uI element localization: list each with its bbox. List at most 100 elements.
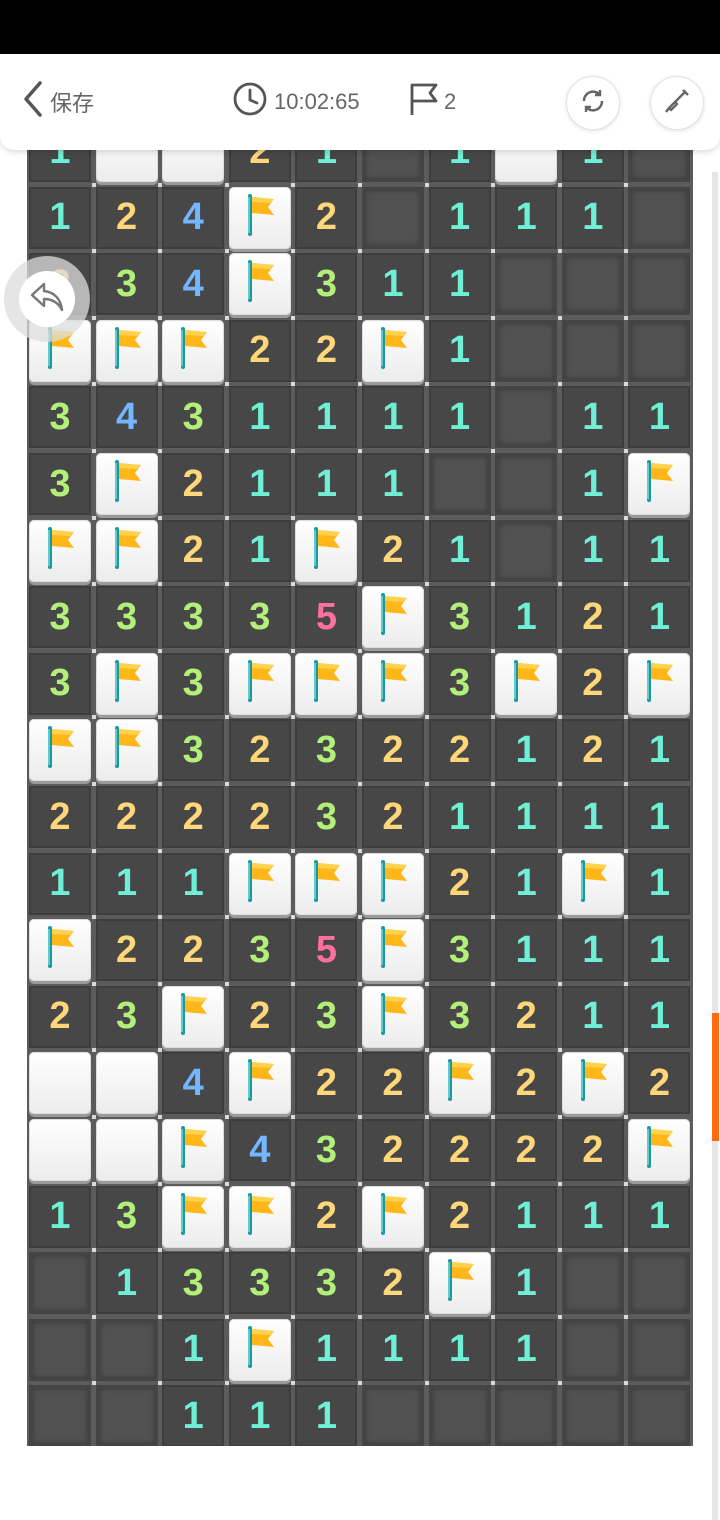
unrevealed-cell[interactable] <box>29 1119 91 1181</box>
scrollbar-track[interactable] <box>712 172 718 1520</box>
number-cell[interactable]: 3 <box>295 1119 358 1181</box>
number-cell[interactable]: 1 <box>428 1318 491 1381</box>
number-cell[interactable]: 1 <box>628 919 691 982</box>
number-cell[interactable]: 2 <box>428 719 491 782</box>
number-cell[interactable]: 1 <box>428 786 491 848</box>
flagged-cell[interactable] <box>628 453 691 515</box>
number-cell[interactable]: 2 <box>362 719 424 782</box>
number-cell[interactable]: 2 <box>162 786 225 848</box>
number-cell[interactable]: 2 <box>95 919 158 982</box>
empty-cell[interactable] <box>495 519 558 582</box>
number-cell[interactable]: 2 <box>228 719 291 782</box>
flagged-cell[interactable] <box>362 586 424 649</box>
empty-cell[interactable] <box>628 1252 691 1315</box>
number-cell[interactable]: 2 <box>495 1119 558 1181</box>
number-cell[interactable]: 1 <box>561 1185 624 1248</box>
flagged-cell[interactable] <box>428 1252 491 1315</box>
number-cell[interactable]: 1 <box>561 786 624 848</box>
number-cell[interactable]: 2 <box>362 1119 424 1181</box>
flagged-cell[interactable] <box>95 652 158 715</box>
empty-cell[interactable] <box>95 1318 158 1381</box>
number-cell[interactable]: 2 <box>362 519 424 582</box>
number-cell[interactable]: 4 <box>162 1052 225 1115</box>
flagged-cell[interactable] <box>228 852 291 915</box>
number-cell[interactable]: 2 <box>162 519 225 582</box>
number-cell[interactable]: 3 <box>228 1252 291 1315</box>
flagged-cell[interactable] <box>29 919 91 982</box>
number-cell[interactable]: 3 <box>162 586 225 649</box>
flagged-cell[interactable] <box>362 319 424 382</box>
flagged-cell[interactable] <box>29 519 91 582</box>
number-cell[interactable]: 3 <box>95 985 158 1048</box>
number-cell[interactable]: 1 <box>628 519 691 582</box>
empty-cell[interactable] <box>29 1318 91 1381</box>
number-cell[interactable]: 2 <box>295 186 358 249</box>
flagged-cell[interactable] <box>95 719 158 782</box>
empty-cell[interactable] <box>495 1385 558 1446</box>
number-cell[interactable]: 1 <box>228 386 291 449</box>
number-cell[interactable]: 1 <box>628 852 691 915</box>
number-cell[interactable]: 1 <box>362 453 424 515</box>
number-cell[interactable]: 2 <box>561 586 624 649</box>
number-cell[interactable]: 3 <box>428 919 491 982</box>
number-cell[interactable]: 1 <box>228 519 291 582</box>
refresh-button[interactable] <box>566 76 620 130</box>
number-cell[interactable]: 1 <box>495 1185 558 1248</box>
number-cell[interactable]: 1 <box>162 1385 225 1446</box>
number-cell[interactable]: 2 <box>95 786 158 848</box>
number-cell[interactable]: 2 <box>495 1052 558 1115</box>
number-cell[interactable]: 1 <box>162 1318 225 1381</box>
number-cell[interactable]: 1 <box>561 453 624 515</box>
number-cell[interactable]: 1 <box>628 786 691 848</box>
flagged-cell[interactable] <box>95 453 158 515</box>
number-cell[interactable]: 1 <box>495 919 558 982</box>
flagged-cell[interactable] <box>162 985 225 1048</box>
number-cell[interactable]: 2 <box>628 1052 691 1115</box>
number-cell[interactable]: 2 <box>295 1185 358 1248</box>
number-cell[interactable]: 2 <box>29 985 91 1048</box>
number-cell[interactable]: 2 <box>362 1252 424 1315</box>
number-cell[interactable]: 1 <box>495 1252 558 1315</box>
number-cell[interactable]: 2 <box>561 652 624 715</box>
number-cell[interactable]: 1 <box>561 519 624 582</box>
flagged-cell[interactable] <box>29 719 91 782</box>
number-cell[interactable]: 2 <box>162 453 225 515</box>
flagged-cell[interactable] <box>362 652 424 715</box>
number-cell[interactable]: 1 <box>162 852 225 915</box>
number-cell[interactable]: 4 <box>228 1119 291 1181</box>
empty-cell[interactable] <box>495 386 558 449</box>
number-cell[interactable]: 2 <box>228 319 291 382</box>
number-cell[interactable]: 3 <box>428 586 491 649</box>
number-cell[interactable]: 4 <box>162 186 225 249</box>
unrevealed-cell[interactable] <box>95 1052 158 1115</box>
flagged-cell[interactable] <box>228 1052 291 1115</box>
number-cell[interactable]: 2 <box>362 1052 424 1115</box>
number-cell[interactable]: 1 <box>362 1318 424 1381</box>
flagged-cell[interactable] <box>228 186 291 249</box>
empty-cell[interactable] <box>628 253 691 316</box>
flagged-cell[interactable] <box>628 652 691 715</box>
number-cell[interactable]: 3 <box>295 1252 358 1315</box>
number-cell[interactable]: 2 <box>362 786 424 848</box>
empty-cell[interactable] <box>495 453 558 515</box>
unrevealed-cell[interactable] <box>29 1052 91 1115</box>
number-cell[interactable]: 1 <box>495 1318 558 1381</box>
empty-cell[interactable] <box>428 1385 491 1446</box>
number-cell[interactable]: 2 <box>162 919 225 982</box>
flagged-cell[interactable] <box>228 1318 291 1381</box>
empty-cell[interactable] <box>561 1318 624 1381</box>
number-cell[interactable]: 3 <box>162 719 225 782</box>
number-cell[interactable]: 1 <box>428 319 491 382</box>
empty-cell[interactable] <box>561 319 624 382</box>
flagged-cell[interactable] <box>162 1185 225 1248</box>
number-cell[interactable]: 1 <box>561 985 624 1048</box>
empty-cell[interactable] <box>561 1385 624 1446</box>
empty-cell[interactable] <box>561 1252 624 1315</box>
number-cell[interactable]: 1 <box>628 1185 691 1248</box>
number-cell[interactable]: 1 <box>561 919 624 982</box>
flagged-cell[interactable] <box>295 652 358 715</box>
number-cell[interactable]: 2 <box>228 786 291 848</box>
flagged-cell[interactable] <box>362 1185 424 1248</box>
number-cell[interactable]: 2 <box>428 1185 491 1248</box>
number-cell[interactable]: 2 <box>29 786 91 848</box>
